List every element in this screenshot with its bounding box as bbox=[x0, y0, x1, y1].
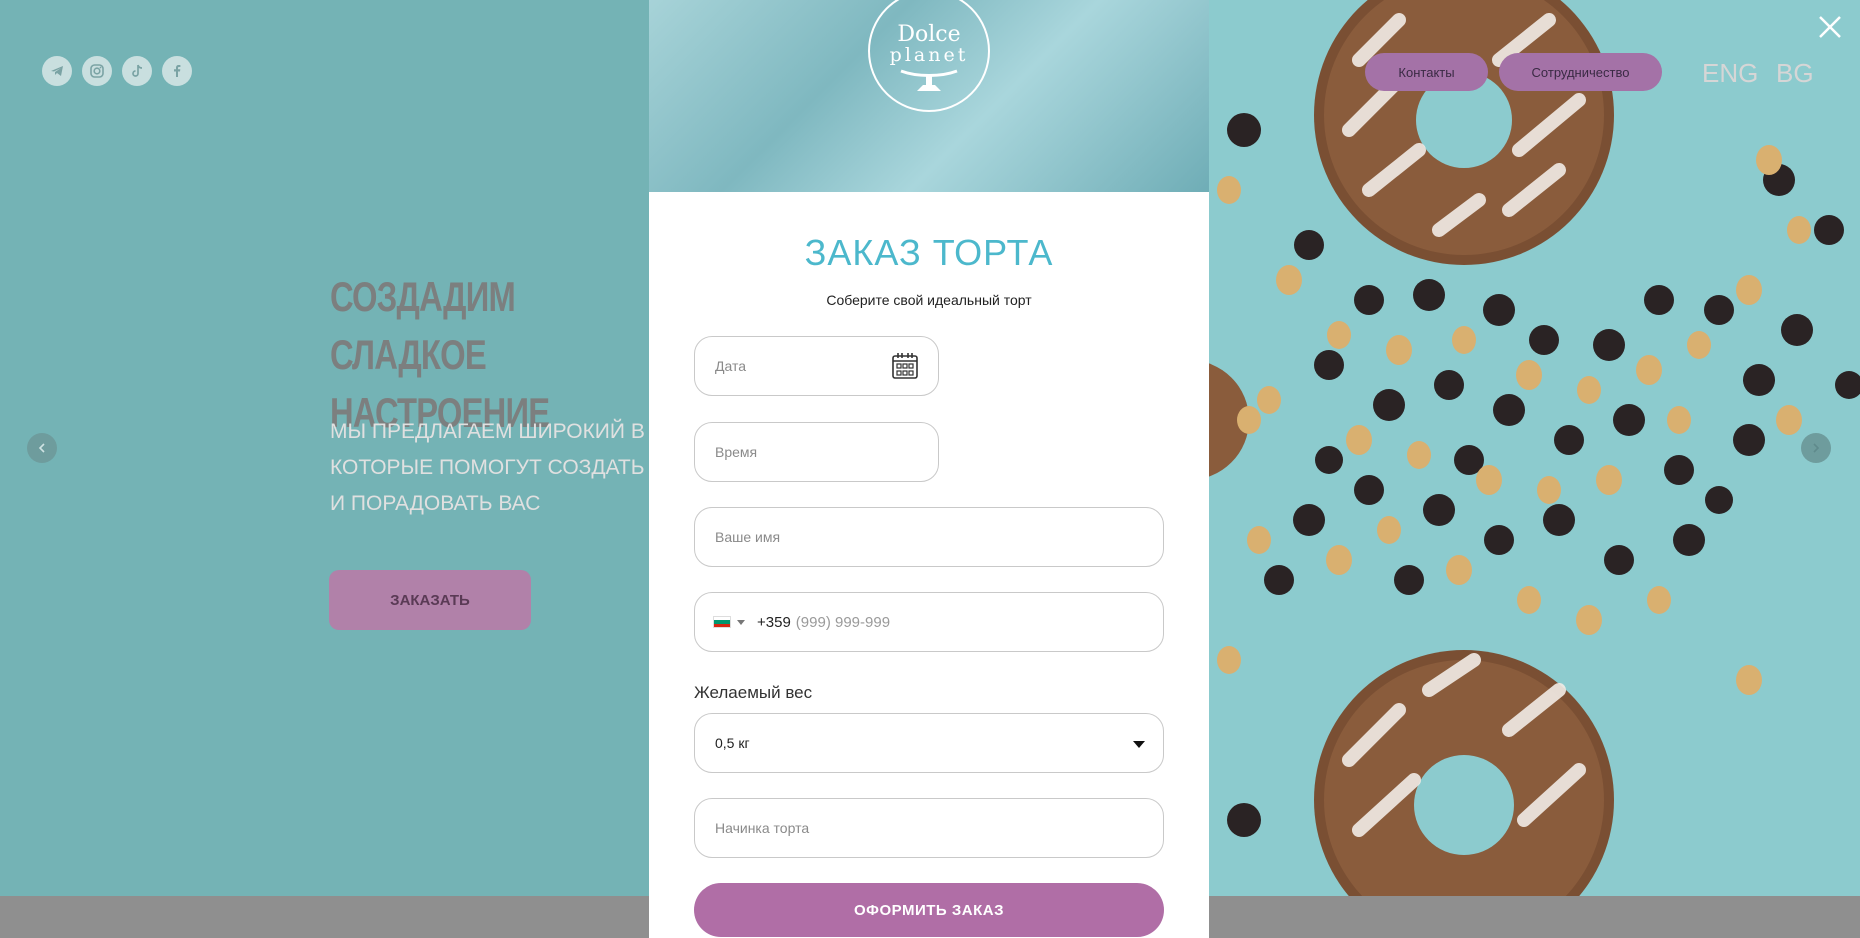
phone-country-code: +359 bbox=[757, 613, 791, 631]
modal-close-button[interactable] bbox=[1816, 13, 1844, 41]
time-input[interactable] bbox=[715, 444, 918, 460]
instagram-icon[interactable] bbox=[82, 56, 112, 86]
dropdown-arrow-icon bbox=[1133, 741, 1145, 748]
date-field[interactable] bbox=[694, 336, 939, 396]
brand-logo: Dolce planet bbox=[868, 0, 990, 112]
hero-order-button[interactable]: ЗАКАЗАТЬ bbox=[329, 570, 531, 630]
phone-mask-placeholder[interactable]: (999) 999-999 bbox=[796, 614, 890, 631]
cake-stand-icon bbox=[900, 69, 958, 91]
lang-bg-link[interactable]: BG bbox=[1776, 58, 1814, 89]
phone-field[interactable]: +359 (999) 999-999 bbox=[694, 592, 1164, 652]
logo-text-line1: Dolce bbox=[897, 22, 961, 47]
weight-selected-value: 0,5 кг bbox=[715, 735, 750, 751]
submit-order-button[interactable]: ОФОРМИТЬ ЗАКАЗ bbox=[694, 883, 1164, 937]
partnership-link[interactable]: Сотрудничество bbox=[1499, 53, 1662, 91]
name-input[interactable] bbox=[715, 529, 1143, 545]
modal-subtitle: Соберите свой идеальный торт bbox=[826, 292, 1032, 308]
facebook-icon[interactable] bbox=[162, 56, 192, 86]
close-icon bbox=[1819, 16, 1841, 38]
country-selector[interactable] bbox=[713, 616, 745, 628]
modal-title: ЗАКАЗ ТОРТА bbox=[804, 232, 1054, 273]
lang-eng-link[interactable]: ENG bbox=[1702, 58, 1758, 89]
chevron-left-icon bbox=[38, 443, 45, 453]
time-field[interactable] bbox=[694, 422, 939, 482]
tiktok-icon[interactable] bbox=[122, 56, 152, 86]
order-modal: Dolce planet ЗАКАЗ ТОРТА Соберите свой и… bbox=[649, 0, 1209, 938]
name-field[interactable] bbox=[694, 507, 1164, 567]
hero-image bbox=[1209, 0, 1860, 896]
hero-title-line1: СОЗДАДИМ СЛАДКОЕ bbox=[330, 273, 516, 378]
slider-prev-button[interactable] bbox=[27, 433, 57, 463]
weight-label: Желаемый вес bbox=[694, 683, 813, 702]
chevron-right-icon bbox=[1813, 443, 1820, 453]
filling-field[interactable] bbox=[694, 798, 1164, 858]
modal-header: Dolce planet bbox=[649, 0, 1209, 192]
telegram-icon[interactable] bbox=[42, 56, 72, 86]
bulgaria-flag-icon bbox=[713, 616, 731, 628]
slider-next-button[interactable] bbox=[1801, 433, 1831, 463]
chevron-down-icon bbox=[737, 619, 745, 625]
weight-select[interactable]: 0,5 кг bbox=[694, 713, 1164, 773]
filling-input[interactable] bbox=[715, 820, 1143, 836]
calendar-icon[interactable] bbox=[890, 351, 920, 381]
contacts-link[interactable]: Контакты bbox=[1365, 53, 1488, 91]
donuts-image bbox=[1209, 0, 1860, 896]
date-input[interactable] bbox=[715, 358, 918, 374]
logo-text-line2: planet bbox=[889, 44, 969, 66]
